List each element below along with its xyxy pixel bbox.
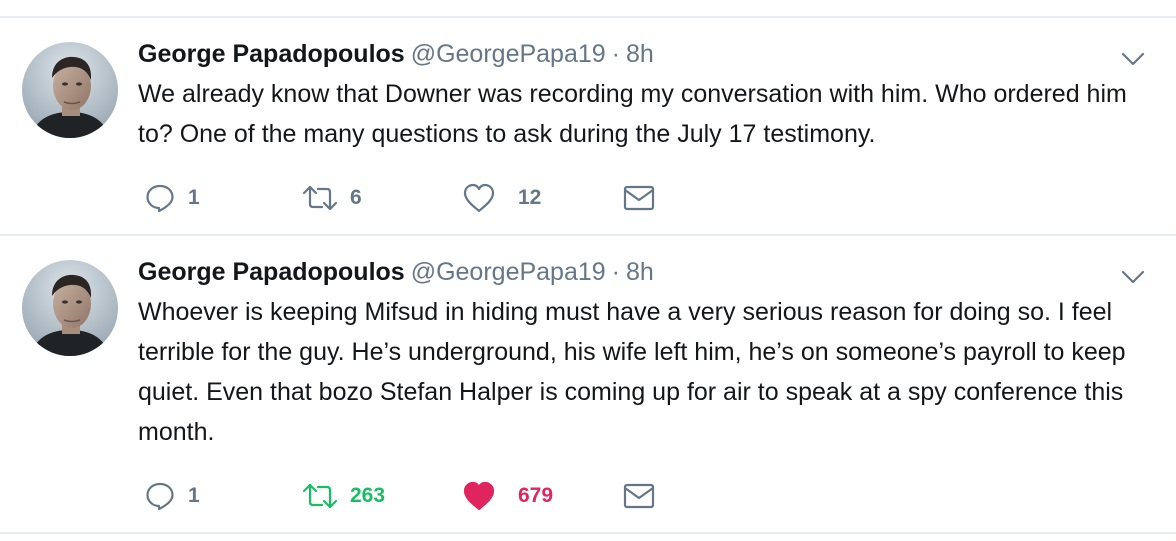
separator-dot: · xyxy=(611,258,620,286)
direct-message-button[interactable] xyxy=(622,178,656,218)
retweet-count: 263 xyxy=(350,484,386,507)
author-handle[interactable]: @GeorgePapa19 xyxy=(411,40,606,68)
like-button[interactable]: 679 xyxy=(462,476,553,516)
reply-icon xyxy=(146,482,174,511)
divider xyxy=(0,532,1176,534)
author-name[interactable]: George Papadopoulos xyxy=(138,40,405,68)
tweet[interactable]: George Papadopoulos @GeorgePapa19 · 8h Whoe… xyxy=(0,236,1176,532)
tweet-actions: 1 263 679 xyxy=(138,476,698,516)
heart-outline-icon xyxy=(463,183,495,213)
message-icon xyxy=(623,185,655,211)
chevron-down-icon[interactable] xyxy=(1120,268,1146,286)
retweet-button[interactable]: 6 xyxy=(302,178,362,218)
reply-button[interactable]: 1 xyxy=(144,178,200,218)
tweet-header: George Papadopoulos @GeorgePapa19 · 8h xyxy=(138,36,654,72)
retweet-count: 6 xyxy=(350,186,362,209)
separator-dot: · xyxy=(611,40,620,68)
message-icon xyxy=(623,483,655,509)
reply-count: 1 xyxy=(188,484,200,507)
tweet-header: George Papadopoulos @GeorgePapa19 · 8h xyxy=(138,254,654,290)
tweet-text: Whoever is keeping Mifsud in hiding must… xyxy=(138,298,1126,446)
reply-icon xyxy=(146,184,174,213)
retweet-icon xyxy=(302,185,338,211)
like-button[interactable]: 12 xyxy=(462,178,541,218)
direct-message-button[interactable] xyxy=(622,476,656,516)
timestamp[interactable]: 8h xyxy=(626,40,654,68)
timestamp[interactable]: 8h xyxy=(626,258,654,286)
tweet-stream: George Papadopoulos @GeorgePapa19 · 8h We a… xyxy=(0,0,1176,541)
reply-button[interactable]: 1 xyxy=(144,476,200,516)
avatar[interactable] xyxy=(22,260,118,356)
author-name[interactable]: George Papadopoulos xyxy=(138,258,405,286)
tweet-actions: 1 6 12 xyxy=(138,178,698,218)
reply-count: 1 xyxy=(188,186,200,209)
tweet-text: We already know that Downer was recordin… xyxy=(138,80,1127,148)
retweet-button[interactable]: 263 xyxy=(302,476,385,516)
like-count: 12 xyxy=(518,186,542,209)
author-handle[interactable]: @GeorgePapa19 xyxy=(411,258,606,286)
chevron-down-icon[interactable] xyxy=(1120,50,1146,68)
heart-filled-icon xyxy=(463,481,495,511)
avatar[interactable] xyxy=(22,42,118,138)
like-count: 679 xyxy=(518,484,554,507)
tweet[interactable]: George Papadopoulos @GeorgePapa19 · 8h We a… xyxy=(0,18,1176,234)
retweet-icon xyxy=(302,483,338,509)
